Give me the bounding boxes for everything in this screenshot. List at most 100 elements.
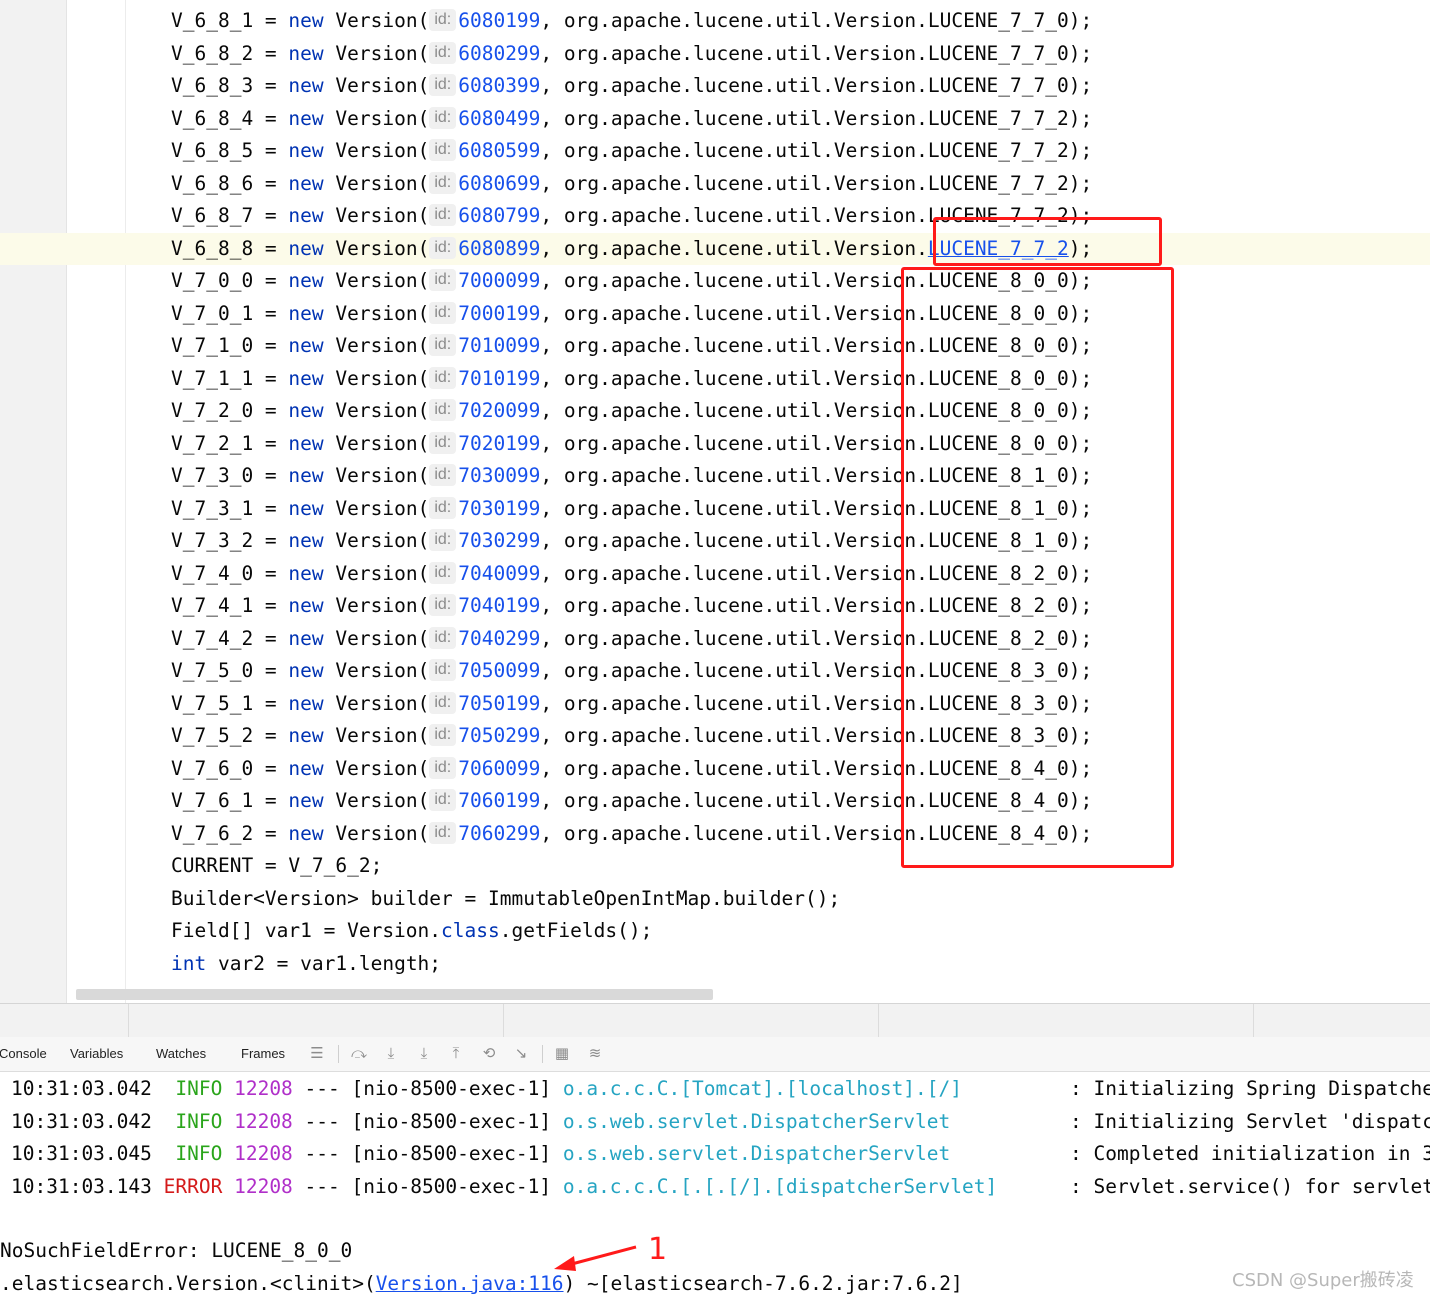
parameter-hint: id:: [429, 626, 457, 649]
version-id: 7050099: [458, 659, 541, 682]
assign-operator: =: [253, 74, 289, 97]
assign-operator: =: [253, 236, 289, 260]
assign-operator: =: [253, 821, 289, 845]
argument-separator: ,: [540, 431, 564, 455]
new-keyword: new: [288, 139, 324, 162]
lucene-package: org.apache.lucene.util.Version.: [563, 9, 928, 32]
run-to-cursor-icon[interactable]: ↘: [512, 1044, 530, 1062]
version-id: 7040099: [458, 561, 541, 585]
console-output[interactable]: 10:31:03.042 INFO 12208 --- [nio-8500-ex…: [0, 1072, 1430, 1299]
constructor-call: Version(: [323, 561, 430, 585]
constructor-call: Version(: [323, 204, 430, 227]
new-keyword: new: [288, 171, 324, 195]
assign-operator: =: [253, 496, 289, 520]
log-thread: [nio-8500-exec-1]: [351, 1077, 552, 1100]
menu-icon[interactable]: ☰: [308, 1044, 326, 1062]
parameter-hint: id:: [429, 464, 457, 486]
constructor-call: Version(: [323, 9, 430, 32]
log-dash: ---: [292, 1109, 352, 1133]
force-step-into-icon[interactable]: ⤓: [415, 1044, 433, 1062]
argument-separator: ,: [540, 464, 564, 487]
lucene-version-ref: LUCENE_7_7_0: [927, 41, 1069, 65]
constructor-call: Version(: [323, 821, 430, 845]
log-pad: [152, 1175, 164, 1198]
parameter-hint: id:: [429, 529, 457, 551]
constructor-call: Version(: [323, 139, 430, 162]
argument-separator: ,: [540, 366, 564, 390]
parameter-hint: id:: [429, 756, 457, 779]
code-editor[interactable]: V_6_8_1 = new Version(id: 6080199, org.ap…: [0, 0, 1430, 1003]
log-level: INFO: [175, 1077, 223, 1100]
code-line[interactable]: V_6_8_4 = new Version(id: 6080499, org.ap…: [171, 103, 1092, 135]
code-line-fields[interactable]: Field[] var1 = Version.class.getFields()…: [171, 915, 652, 947]
code-line[interactable]: V_6_8_6 = new Version(id: 6080699, org.ap…: [171, 168, 1092, 200]
log-logger[interactable]: o.a.c.c.C.[.[.[/].[dispatcherServlet]: [563, 1175, 997, 1198]
evaluate-icon[interactable]: ▦: [553, 1044, 571, 1062]
lucene-package: org.apache.lucene.util.Version.: [563, 626, 928, 650]
parameter-hint: id:: [429, 334, 457, 356]
code-line[interactable]: V_6_8_5 = new Version(id: 6080599, org.ap…: [171, 135, 1092, 167]
parameter-hint: id:: [429, 821, 457, 844]
log-logger[interactable]: o.s.web.servlet.DispatcherServlet: [563, 1110, 950, 1133]
new-keyword: new: [288, 41, 324, 65]
code-line-int[interactable]: int var2 = var1.length;: [171, 948, 441, 980]
tab-console[interactable]: Console: [0, 1037, 47, 1071]
lucene-package: org.apache.lucene.util.Version.: [563, 561, 928, 585]
constructor-call: Version(: [323, 366, 430, 390]
parameter-hint: id:: [429, 171, 457, 194]
log-level: INFO: [175, 1109, 223, 1133]
new-keyword: new: [288, 691, 324, 715]
version-constant-name: V_7_2_0: [171, 399, 254, 422]
constructor-call: Version(: [323, 236, 430, 260]
step-into-icon[interactable]: ⤓: [382, 1044, 400, 1062]
argument-separator: ,: [540, 204, 564, 227]
version-id: 6080399: [458, 74, 541, 97]
step-out-icon[interactable]: ⤒: [447, 1044, 465, 1062]
version-constant-name: V_7_4_1: [171, 594, 254, 617]
constructor-call: Version(: [323, 529, 430, 552]
version-id: 7020199: [458, 431, 541, 455]
toolbar-separator: [338, 1045, 339, 1063]
assign-operator: =: [253, 41, 289, 65]
tab-frames[interactable]: Frames: [241, 1037, 285, 1071]
log-timestamp: 10:31:03.042: [11, 1077, 152, 1100]
parameter-hint: id:: [429, 789, 457, 811]
trace-icon[interactable]: ≋: [586, 1044, 604, 1062]
version-id: 7060299: [458, 821, 541, 845]
log-space: [222, 1077, 234, 1100]
lucene-package: org.apache.lucene.util.Version.: [563, 789, 928, 812]
tab-variables[interactable]: Variables: [70, 1037, 123, 1071]
new-keyword: new: [288, 334, 324, 357]
log-logger[interactable]: o.s.web.servlet.DispatcherServlet: [563, 1142, 950, 1165]
assign-operator: =: [253, 106, 289, 130]
new-keyword: new: [288, 496, 324, 520]
editor-gutter[interactable]: [0, 0, 67, 1003]
debug-tab-bar: Console Variables Watches Frames ☰ ⤼ ⤓ ⤓…: [0, 1037, 1430, 1072]
version-id: 7020099: [458, 399, 541, 422]
stack-trace-line: .elasticsearch.Version.<clinit>(Version.…: [0, 1268, 963, 1299]
step-over-icon[interactable]: ⤼: [350, 1044, 368, 1062]
code-line-current[interactable]: CURRENT = V_7_6_2;: [171, 850, 382, 882]
horizontal-scrollbar[interactable]: [76, 989, 713, 1000]
constructor-call: Version(: [323, 789, 430, 812]
code-line[interactable]: V_6_8_2 = new Version(id: 6080299, org.ap…: [171, 38, 1092, 70]
lucene-package: org.apache.lucene.util.Version.: [563, 496, 928, 520]
lucene-package: org.apache.lucene.util.Version.: [563, 594, 928, 617]
log-line: 10:31:03.042 INFO 12208 --- [nio-8500-ex…: [11, 1106, 1430, 1138]
drop-frame-icon[interactable]: ⟲: [480, 1044, 498, 1062]
log-space: [551, 1175, 563, 1198]
log-dash: ---: [292, 1077, 352, 1100]
source-link[interactable]: Version.java:116: [376, 1272, 564, 1295]
version-constant-name: V_7_5_2: [171, 724, 254, 747]
assign-operator: =: [253, 301, 289, 325]
stack-trace-suffix: ) ~[elasticsearch-7.6.2.jar:7.6.2]: [563, 1272, 963, 1295]
new-keyword: new: [288, 9, 324, 32]
code-line[interactable]: V_6_8_1 = new Version(id: 6080199, org.ap…: [171, 5, 1092, 37]
log-logger[interactable]: o.a.c.c.C.[Tomcat].[localhost].[/]: [563, 1077, 962, 1100]
code-line[interactable]: V_6_8_3 = new Version(id: 6080399, org.ap…: [171, 70, 1092, 102]
lucene-version-ref: LUCENE_7_7_0: [927, 9, 1069, 32]
version-constant-name: V_6_8_5: [171, 139, 254, 162]
debug-panel-splitter[interactable]: [0, 1003, 1430, 1039]
code-line-builder[interactable]: Builder<Version> builder = ImmutableOpen…: [171, 883, 840, 915]
tab-watches[interactable]: Watches: [156, 1037, 206, 1071]
